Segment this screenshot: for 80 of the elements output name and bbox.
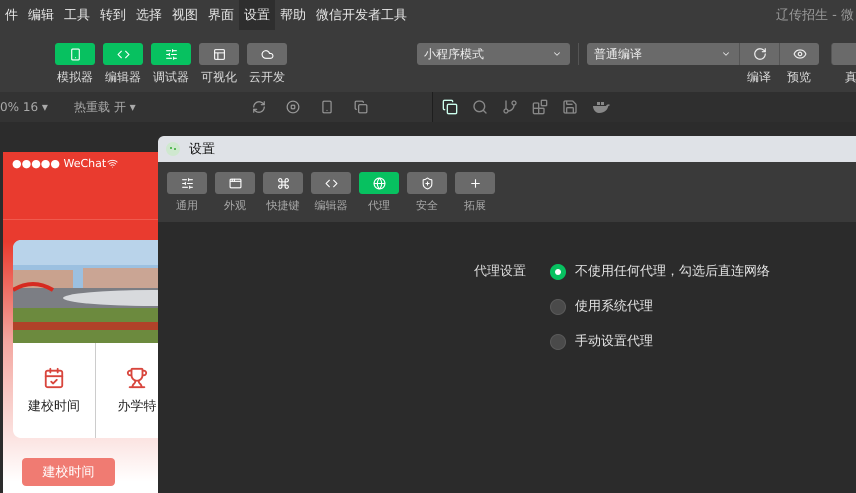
tab-label: 快捷键 xyxy=(266,198,300,213)
menu-item[interactable]: 界面 xyxy=(203,0,239,30)
menu-item[interactable]: 转到 xyxy=(95,0,131,30)
trophy-icon xyxy=(126,366,148,388)
settings-tab[interactable] xyxy=(311,172,351,194)
zoom-select[interactable]: 0% 16 ▾ xyxy=(0,100,48,114)
tab-label: 代理 xyxy=(368,198,390,213)
blocks-icon[interactable] xyxy=(532,99,548,115)
cloud-icon xyxy=(260,48,274,60)
feature-label[interactable]: 办学特 xyxy=(118,396,156,414)
menu-item[interactable]: 选择 xyxy=(131,0,167,30)
window-title: 辽传招生 - 微 xyxy=(776,7,855,24)
tab-label: 外观 xyxy=(224,198,246,213)
menu-item[interactable]: 微信开发者工具 xyxy=(311,0,412,30)
setting-label: 代理设置 xyxy=(474,263,526,281)
tab-label: 编辑器 xyxy=(314,198,348,213)
app-logo-icon xyxy=(165,141,181,157)
toolbar-button[interactable] xyxy=(739,43,779,65)
mode-dropdown[interactable]: 小程序模式 xyxy=(417,43,570,65)
tab-label: 安全 xyxy=(416,198,438,213)
window-icon xyxy=(228,176,242,190)
toolbar-label: 预览 xyxy=(787,69,811,86)
view-toggle-button[interactable] xyxy=(199,43,239,65)
menu-item[interactable]: 工具 xyxy=(59,0,95,30)
radio-button[interactable] xyxy=(550,264,566,280)
files-icon[interactable] xyxy=(442,99,458,115)
status-text: ●●●●● WeChat xyxy=(12,156,106,170)
settings-tab[interactable] xyxy=(167,172,207,194)
radio-label: 不使用任何代理，勾选后直连网络 xyxy=(575,263,770,281)
windows-icon[interactable] xyxy=(354,100,368,114)
wifi-icon xyxy=(107,158,118,168)
whale-icon[interactable] xyxy=(592,101,610,113)
refresh-icon xyxy=(752,47,766,61)
radio-button[interactable] xyxy=(550,334,566,350)
search-icon[interactable] xyxy=(472,99,488,115)
branch-icon[interactable] xyxy=(502,99,518,115)
view-toggle-button[interactable] xyxy=(103,43,143,65)
phone-icon xyxy=(68,48,82,60)
toolbar-label: 调试器 xyxy=(153,69,189,86)
toolbar-button[interactable] xyxy=(779,43,819,65)
menu-item[interactable]: 设置 xyxy=(239,0,275,30)
compile-dropdown[interactable]: 普通编译 xyxy=(587,43,739,65)
menu-item[interactable]: 视图 xyxy=(167,0,203,30)
sliders-icon xyxy=(164,48,178,60)
stop-icon[interactable] xyxy=(286,100,300,114)
save-icon[interactable] xyxy=(562,99,578,115)
toolbar-label: 模拟器 xyxy=(57,69,93,86)
hot-reload-select[interactable]: 热重载 开 ▾ xyxy=(74,98,136,116)
sliders-icon xyxy=(180,176,194,190)
layout-icon xyxy=(212,48,226,60)
code-icon xyxy=(324,176,338,190)
view-toggle-button[interactable] xyxy=(151,43,191,65)
feature-label[interactable]: 建校时间 xyxy=(28,396,80,414)
toolbar-label: 云开发 xyxy=(249,69,285,86)
plus-icon xyxy=(468,176,482,190)
menu-item[interactable]: 编辑 xyxy=(23,0,59,30)
eye-icon xyxy=(792,47,806,61)
settings-tab[interactable] xyxy=(263,172,303,194)
tab-label: 通用 xyxy=(176,198,198,213)
calendar-icon xyxy=(43,366,65,388)
code-icon xyxy=(116,48,130,60)
view-toggle-button[interactable] xyxy=(247,43,287,65)
settings-tab[interactable] xyxy=(407,172,447,194)
command-icon xyxy=(276,176,290,190)
radio-label: 手动设置代理 xyxy=(575,333,653,351)
phone-icon[interactable] xyxy=(320,100,334,114)
settings-tab[interactable] xyxy=(215,172,255,194)
toolbar-label: 编辑器 xyxy=(105,69,141,86)
toolbar-label: 编译 xyxy=(747,69,771,86)
refresh-icon[interactable] xyxy=(252,100,266,114)
shield-icon xyxy=(420,176,434,190)
radio-button[interactable] xyxy=(550,299,566,315)
dialog-title: 设置 xyxy=(189,141,215,158)
tab-label: 拓展 xyxy=(464,198,486,213)
globe-icon xyxy=(372,176,386,190)
menu-item[interactable]: 件 xyxy=(0,0,23,30)
menu-item[interactable]: 帮助 xyxy=(275,0,311,30)
view-toggle-button[interactable] xyxy=(55,43,95,65)
radio-label: 使用系统代理 xyxy=(575,298,653,316)
toolbar-label: 可视化 xyxy=(201,69,237,86)
